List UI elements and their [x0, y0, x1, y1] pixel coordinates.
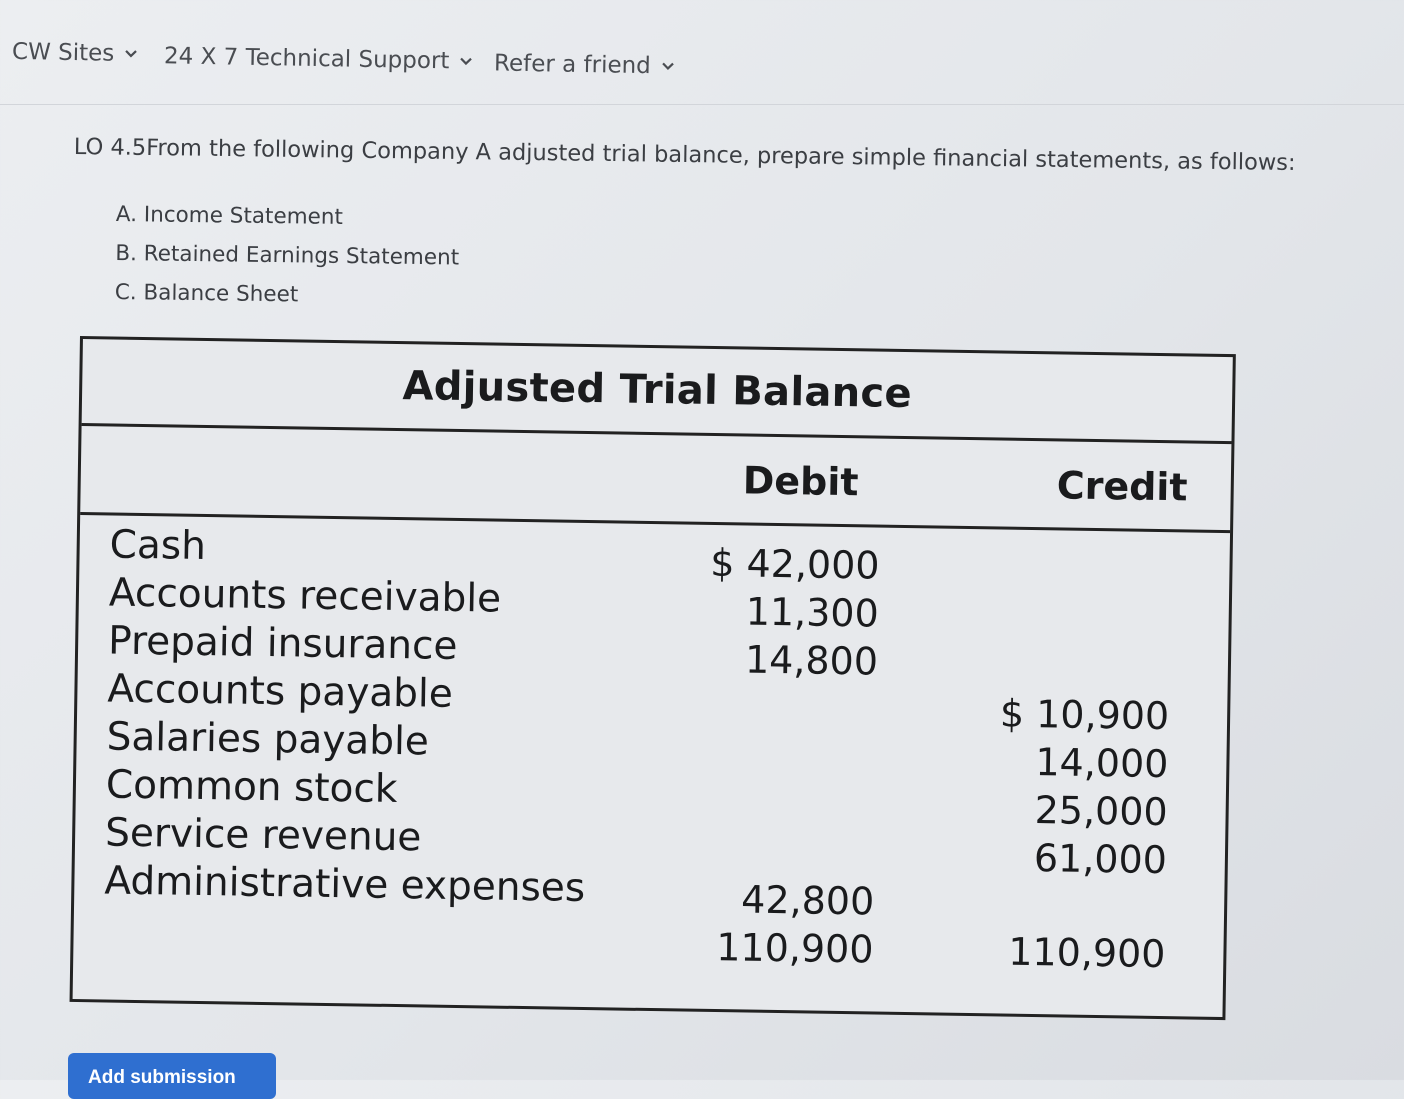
account-name: Salaries payable [106, 714, 430, 765]
account-name: Service revenue [104, 810, 422, 861]
credit-amount: 61,000 [1033, 836, 1168, 883]
nav-refer-friend-dropdown[interactable]: Refer a friend [494, 50, 675, 79]
debit-amount: $ 42,000 [709, 540, 880, 588]
trial-balance-body: Cash Accounts receivable Prepaid insuran… [73, 515, 1230, 1013]
add-submission-button[interactable]: Add submission [68, 1053, 276, 1099]
credit-amount: 25,000 [1034, 788, 1169, 835]
debit-total: 110,900 [715, 925, 874, 972]
debit-amount: 11,300 [745, 589, 880, 636]
nav-technical-support-label: 24 X 7 Technical Support [163, 43, 450, 75]
account-name: Prepaid insurance [107, 618, 458, 669]
nav-technical-support-dropdown[interactable]: 24 X 7 Technical Support [164, 43, 474, 74]
question-part-balance-sheet: C. Balance Sheet [114, 279, 299, 308]
credit-total: 110,900 [1007, 929, 1166, 977]
question-parts-list: A. Income Statement B. Retained Earnings… [114, 202, 460, 323]
nav-refer-friend-label: Refer a friend [493, 50, 652, 80]
account-name: Administrative expenses [104, 858, 586, 911]
chevron-down-icon [661, 59, 675, 73]
debit-column-header: Debit [742, 458, 859, 505]
account-name: Common stock [105, 762, 398, 813]
chevron-down-icon [124, 47, 138, 61]
credit-amount: $ 10,900 [999, 691, 1170, 739]
debit-amount: 42,800 [740, 877, 875, 924]
question-text: LO 4.5From the following Company A adjus… [73, 134, 1296, 176]
debit-amount: 14,800 [744, 637, 879, 684]
credit-column-header: Credit [1056, 463, 1188, 510]
question-part-income-statement: A. Income Statement [115, 202, 344, 230]
account-name: Accounts receivable [108, 570, 502, 622]
nav-cw-sites-label: CW Sites [11, 38, 115, 67]
question-part-retained-earnings: B. Retained Earnings Statement [115, 240, 460, 271]
chevron-down-icon [459, 54, 473, 68]
credit-amount: 14,000 [1035, 740, 1169, 787]
trial-balance-table: Adjusted Trial Balance Debit Credit Cash… [69, 336, 1236, 1021]
account-name: Cash [109, 522, 207, 570]
top-navigation: CW Sites 24 X 7 Technical Support Refer … [0, 0, 1404, 105]
nav-cw-sites-dropdown[interactable]: CW Sites [12, 39, 139, 67]
account-names-column: Cash Accounts receivable Prepaid insuran… [104, 521, 591, 913]
account-name: Accounts payable [107, 666, 454, 717]
